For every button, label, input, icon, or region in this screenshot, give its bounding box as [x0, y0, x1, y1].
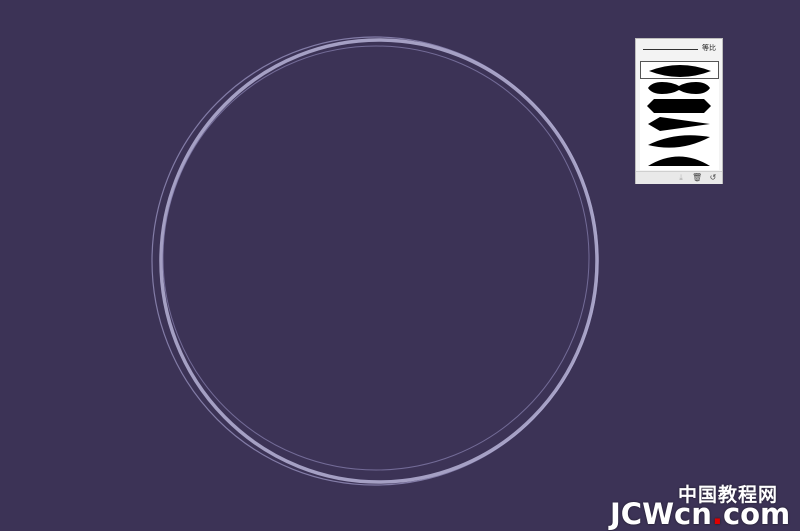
profile-shape-icon — [648, 82, 710, 94]
watermark-en-text: JCWcn.com — [610, 497, 790, 531]
profile-shape-icon — [648, 156, 710, 166]
profile-footer: ⤓ 🗑 ↺ — [636, 171, 722, 184]
width-profile-item-1[interactable] — [640, 61, 719, 79]
watermark-en-suffix: com — [722, 497, 791, 531]
watermark-en-dot: . — [711, 497, 723, 531]
profile-shape-icon — [647, 99, 711, 113]
delete-profile-icon[interactable]: 🗑 — [692, 173, 702, 183]
profile-shape-icon — [648, 135, 710, 148]
width-profile-item-2[interactable] — [640, 79, 719, 97]
width-profile-panel: 等比 ⤓ 🗑 ↺ — [635, 38, 723, 184]
uniform-stroke-line[interactable] — [643, 49, 698, 50]
width-profile-item-6[interactable] — [640, 151, 719, 169]
profile-shape-icon — [649, 65, 711, 77]
watermark-en-prefix: JCWcn — [610, 497, 712, 531]
uniform-label: 等比 — [702, 44, 716, 52]
width-profile-item-4[interactable] — [640, 115, 719, 133]
profile-header: 等比 — [636, 39, 722, 59]
width-profile-list — [640, 61, 719, 170]
site-watermark: 中国教程网 JCWcn.com — [604, 480, 800, 531]
width-profile-item-5[interactable] — [640, 133, 719, 151]
reset-profile-icon[interactable]: ↺ — [708, 173, 718, 183]
width-profile-item-3[interactable] — [640, 97, 719, 115]
add-profile-icon[interactable]: ⤓ — [676, 173, 686, 183]
profile-shape-icon — [648, 117, 710, 131]
